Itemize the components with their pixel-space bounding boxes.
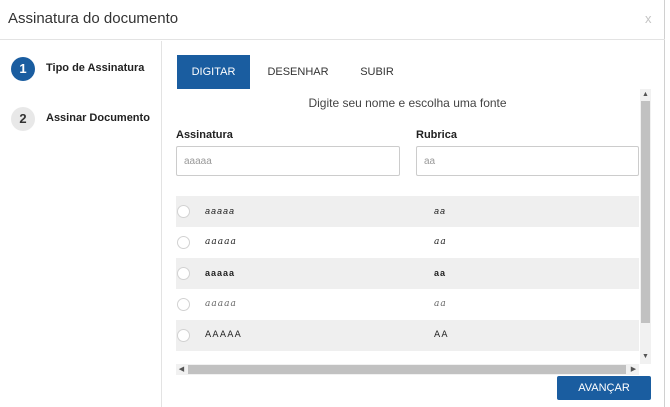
scroll-down-arrow-icon[interactable]: ▼ <box>640 351 651 362</box>
next-button[interactable]: AVANÇAR <box>557 376 651 400</box>
signature-label: Assinatura <box>176 129 233 141</box>
scroll-up-arrow-icon[interactable]: ▲ <box>640 89 651 100</box>
font-option-row[interactable]: AAAAA AA <box>176 320 639 351</box>
scroll-left-arrow-icon[interactable]: ◀ <box>176 364 187 375</box>
font-option-row[interactable]: aaaaa aa <box>176 196 639 227</box>
signature-preview: aaaaa <box>205 237 237 247</box>
signature-preview: AAAAA <box>205 330 242 340</box>
signature-preview: aaaaa <box>205 206 236 216</box>
vertical-scrollbar[interactable]: ▲ ▼ <box>640 89 651 364</box>
font-radio[interactable] <box>177 298 190 311</box>
font-radio[interactable] <box>177 329 190 342</box>
instruction-text: Digite seu nome e escolha uma fonte <box>308 96 507 110</box>
font-radio[interactable] <box>177 205 190 218</box>
tab-subir[interactable]: SUBIR <box>352 55 402 89</box>
initials-preview: aa <box>434 237 447 247</box>
steps-sidebar: 1 Tipo de Assinatura 2 Assinar Documento <box>0 41 162 407</box>
initials-preview: aa <box>434 299 447 309</box>
initials-label: Rubrica <box>416 129 457 141</box>
horizontal-scroll-thumb[interactable] <box>188 365 626 374</box>
tab-digitar[interactable]: DIGITAR <box>177 55 250 89</box>
step-label: Tipo de Assinatura <box>46 62 145 74</box>
font-options-list: aaaaa aa aaaaa aa aaaaa aa aaaaa aa AAAA… <box>176 196 639 351</box>
font-option-row[interactable]: aaaaa aa <box>176 289 639 320</box>
initials-preview: aa <box>434 268 447 278</box>
signature-input[interactable] <box>176 146 400 176</box>
initials-preview: AA <box>434 330 449 340</box>
signature-preview: aaaaa <box>205 299 237 309</box>
font-option-row[interactable]: aaaaa aa <box>176 258 639 289</box>
tab-desenhar[interactable]: DESENHAR <box>261 55 335 89</box>
close-icon[interactable]: x <box>645 11 652 26</box>
initials-preview: aa <box>434 206 447 216</box>
initials-input[interactable] <box>416 146 639 176</box>
dialog-header: Assinatura do documento x <box>0 0 665 40</box>
font-radio[interactable] <box>177 267 190 280</box>
step-label: Assinar Documento <box>46 112 150 124</box>
vertical-scroll-thumb[interactable] <box>641 101 650 323</box>
step-sign-document[interactable]: 2 Assinar Documento <box>11 107 161 131</box>
scroll-right-arrow-icon[interactable]: ▶ <box>628 364 639 375</box>
step-signature-type[interactable]: 1 Tipo de Assinatura <box>11 57 161 81</box>
step-number-badge: 2 <box>11 107 35 131</box>
dialog-title: Assinatura do documento <box>8 10 179 27</box>
step-number-badge: 1 <box>11 57 35 81</box>
type-signature-panel: Digite seu nome e escolha uma fonte Assi… <box>176 89 639 364</box>
font-radio[interactable] <box>177 236 190 249</box>
signature-dialog: Assinatura do documento x 1 Tipo de Assi… <box>0 0 665 407</box>
signature-preview: aaaaa <box>205 268 236 278</box>
horizontal-scrollbar[interactable]: ◀ ▶ <box>176 364 639 375</box>
font-option-row[interactable]: aaaaa aa <box>176 227 639 258</box>
